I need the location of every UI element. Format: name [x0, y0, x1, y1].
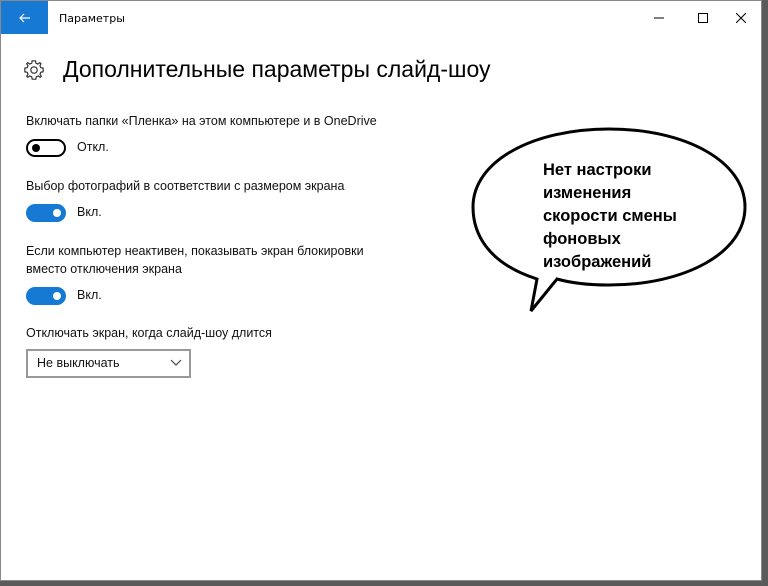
callout-line: скорости смены [543, 207, 677, 225]
callout-line: фоновых [543, 230, 621, 248]
setting-camera-roll-label: Включать папки «Пленка» на этом компьюте… [26, 114, 377, 128]
setting-fit-screen-label: Выбор фотографий в соответствии с размер… [26, 179, 345, 193]
callout-line: Нет настроки [543, 161, 652, 179]
toggle-knob [53, 209, 61, 217]
setting-lock-screen-label: Если компьютер неактивен, показывать экр… [26, 242, 426, 278]
screen-off-label: Отключать экран, когда слайд-шоу длится [26, 326, 272, 340]
screen-off-dropdown[interactable]: Не выключать [26, 349, 191, 378]
settings-window: Параметры Дополнительные параметры слайд… [0, 0, 762, 581]
fit-screen-toggle[interactable] [26, 204, 66, 222]
page-title: Дополнительные параметры слайд-шоу [63, 56, 491, 82]
title-bar: Параметры [1, 1, 761, 35]
minimize-button[interactable] [637, 1, 681, 34]
maximize-icon [698, 12, 708, 23]
callout-line: изменения [543, 184, 632, 202]
camera-roll-toggle-state: Откл. [77, 140, 109, 154]
callout-text: Нет настроки изменения скорости смены фо… [543, 159, 733, 274]
back-button[interactable] [1, 1, 48, 34]
toggle-knob [53, 292, 61, 300]
camera-roll-toggle[interactable] [26, 139, 66, 157]
lock-screen-toggle-state: Вкл. [77, 288, 102, 302]
back-arrow-icon [18, 13, 30, 22]
screen-off-selected: Не выключать [37, 356, 120, 370]
close-icon [736, 12, 746, 23]
minimize-icon [654, 17, 664, 18]
lock-screen-toggle[interactable] [26, 287, 66, 305]
window-title: Параметры [59, 12, 125, 25]
setting-lock-screen-label-line1: Если компьютер неактивен, показывать экр… [26, 244, 364, 258]
callout-line: изображений [543, 253, 652, 271]
toggle-knob [32, 144, 40, 152]
chevron-down-icon [170, 359, 182, 366]
fit-screen-toggle-state: Вкл. [77, 205, 102, 219]
setting-lock-screen-label-line2: вместо отключения экрана [26, 262, 182, 276]
close-button[interactable] [719, 1, 763, 34]
gear-icon [24, 60, 44, 80]
